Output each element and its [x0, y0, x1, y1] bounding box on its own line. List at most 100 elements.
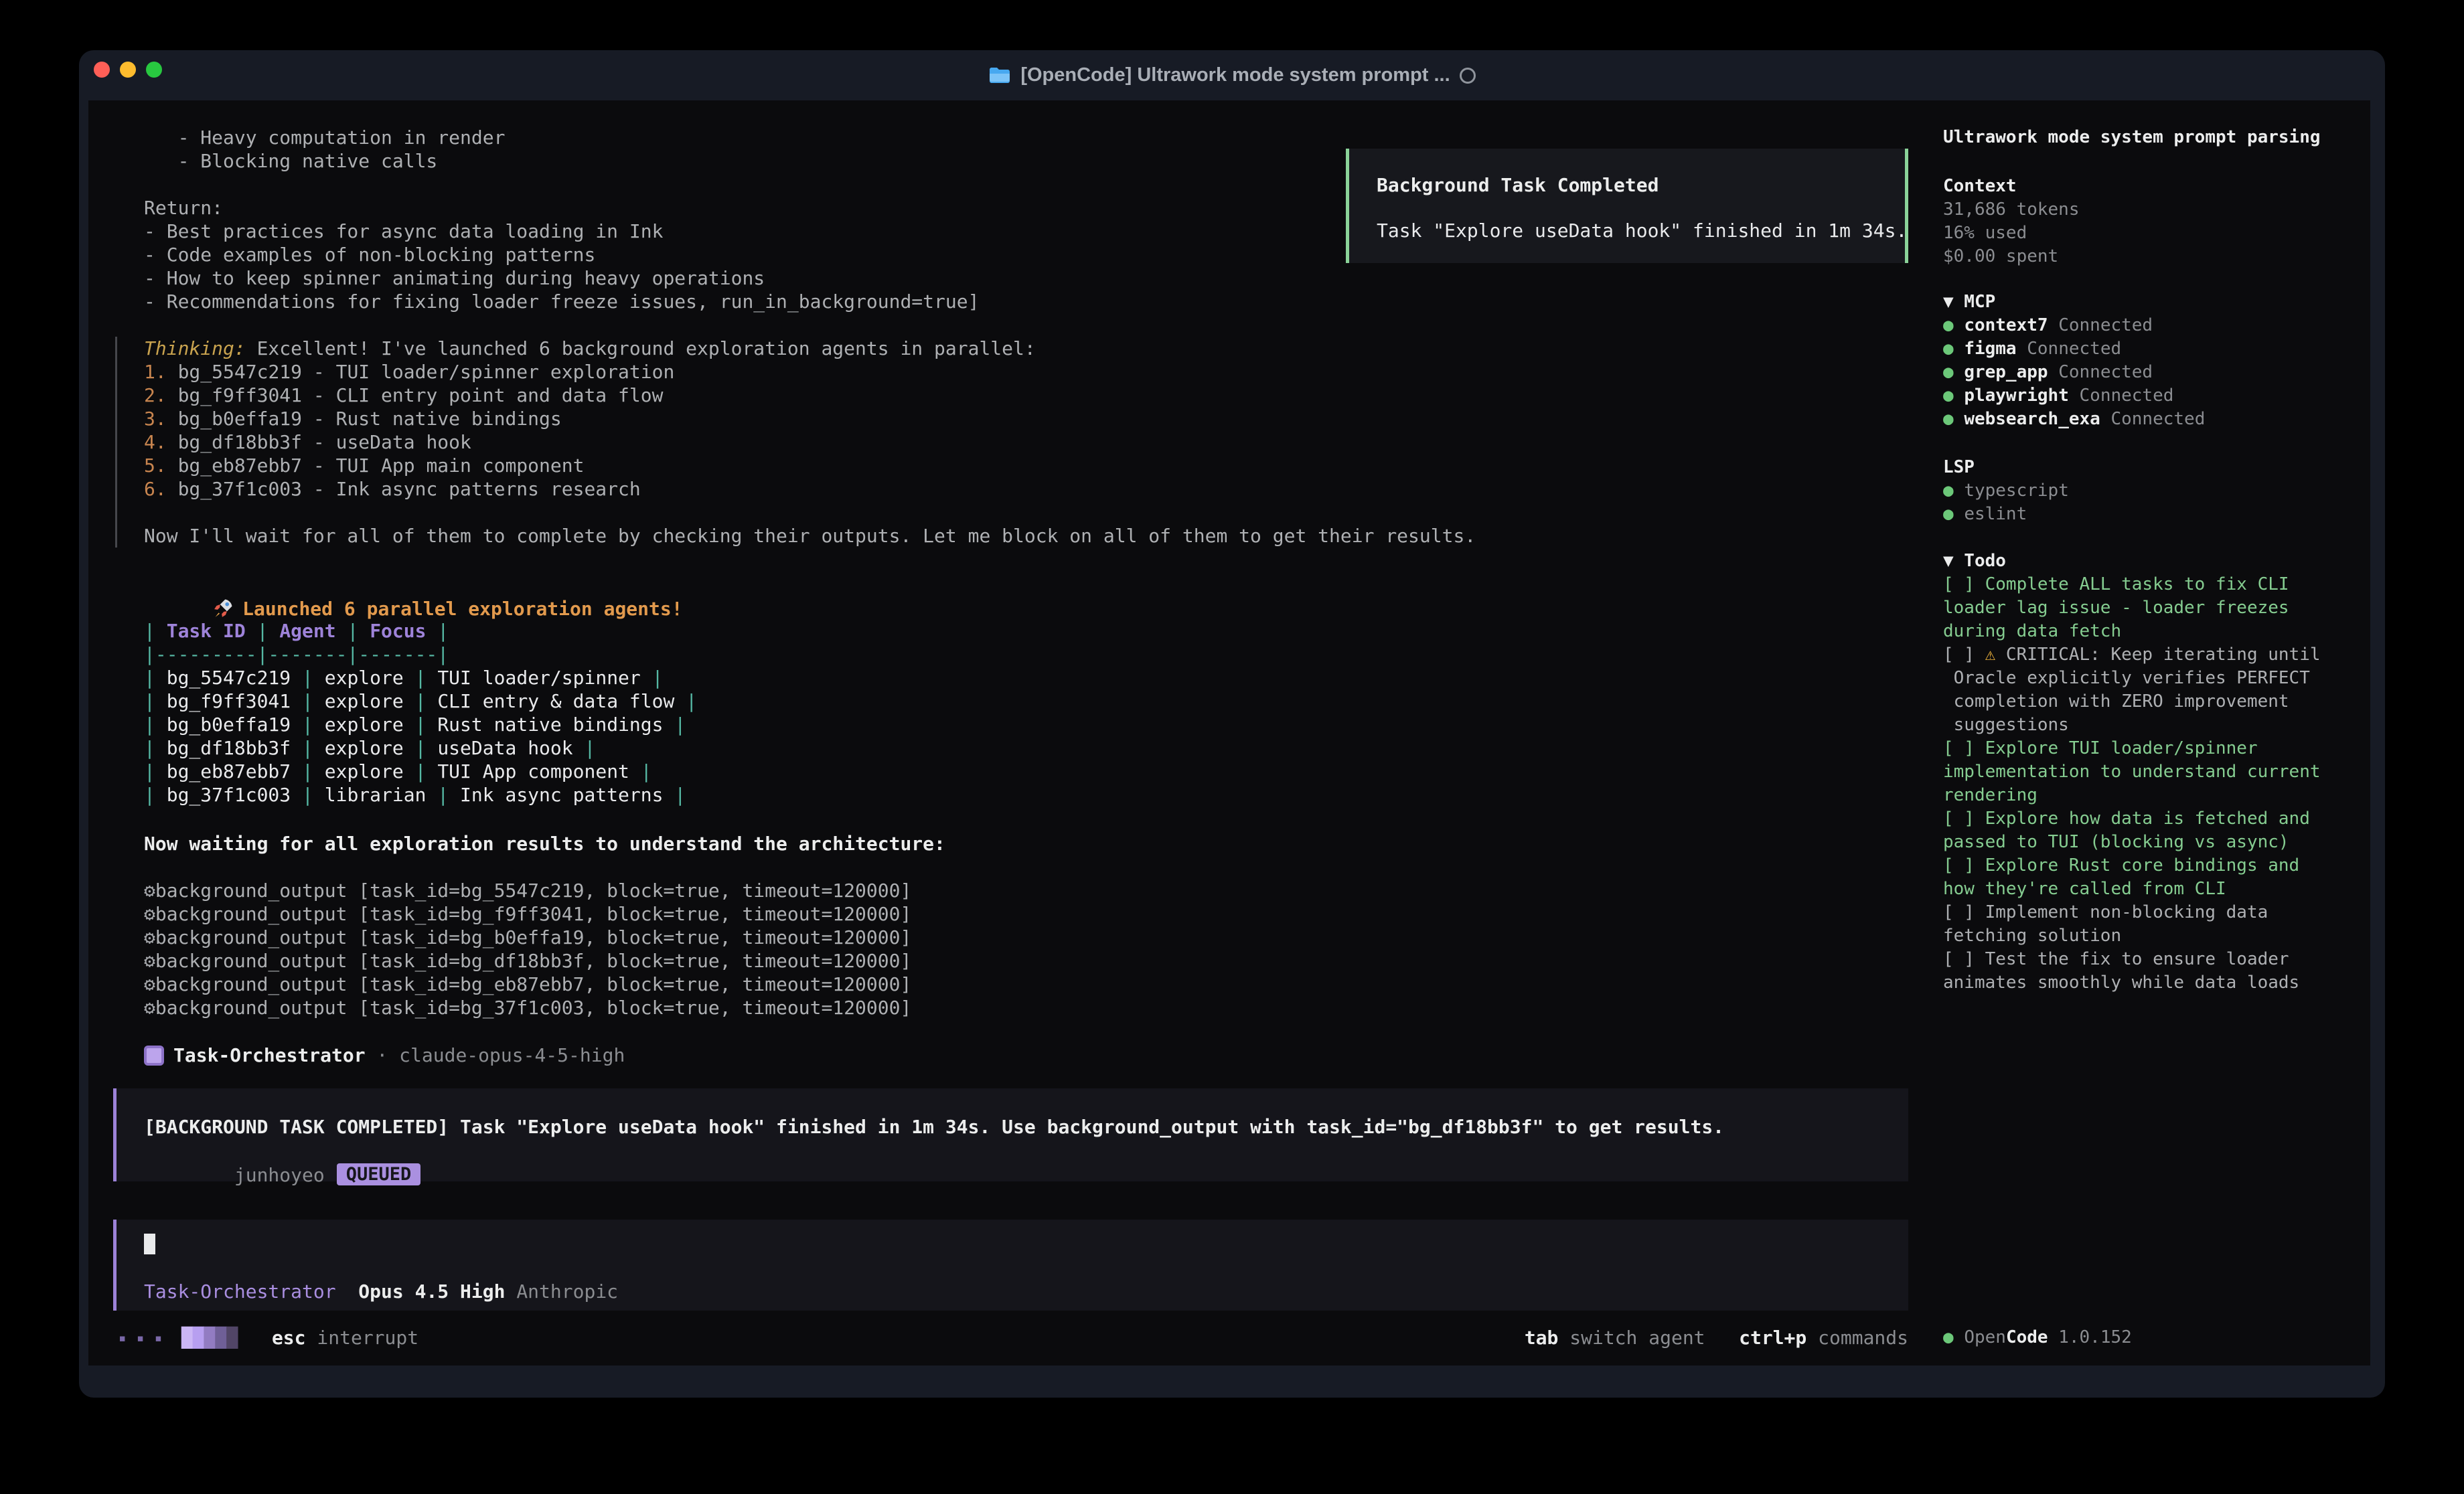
- terminal-line: ● grep_app Connected: [1943, 361, 2205, 384]
- tool-result-block: - Heavy computation in render - Blocking…: [144, 126, 979, 313]
- proxy-circle-icon: [1460, 68, 1476, 84]
- terminal-line: ● websearch_exa Connected: [1943, 408, 2205, 431]
- terminal-line: ● playwright Connected: [1943, 384, 2205, 408]
- lsp-section: LSP● typescript● eslint: [1943, 456, 2069, 526]
- terminal-line: fetching solution: [1943, 924, 2321, 948]
- terminal-line: - Heavy computation in render: [144, 126, 979, 149]
- prompt-input[interactable]: Task-Orchestrator Opus 4.5 High Anthropi…: [113, 1220, 1908, 1311]
- notification-body: Task "Explore useData hook" finished in …: [1377, 219, 1907, 242]
- terminal-line: [ ] Explore Rust core bindings and: [1943, 854, 2321, 878]
- terminal-line: rendering: [1943, 784, 2321, 807]
- terminal-line: [144, 173, 979, 196]
- todo-section[interactable]: ▼ Todo[ ] Complete ALL tasks to fix CLIl…: [1943, 550, 2321, 995]
- terminal-line: - Best practices for async data loading …: [144, 220, 979, 243]
- terminal-line: Thinking: Excellent! I've launched 6 bac…: [144, 337, 1476, 360]
- terminal-line: | bg_eb87ebb7 | explore | TUI App compon…: [144, 760, 697, 783]
- thinking-block: Thinking: Excellent! I've launched 6 bac…: [115, 337, 1476, 548]
- terminal-line: ⚙background_output [task_id=bg_df18bb3f,…: [144, 949, 911, 973]
- author-label: junhoyeo: [234, 1164, 325, 1186]
- minimize-button[interactable]: [120, 62, 136, 78]
- completed-task-text: [BACKGROUND TASK COMPLETED] Task "Explor…: [144, 1115, 1724, 1139]
- sidebar-title: Ultrawork mode system prompt parsing: [1943, 126, 2321, 149]
- rocket-text: Launched 6 parallel exploration agents!: [242, 598, 682, 620]
- version-line: ● OpenCode 1.0.152: [1943, 1326, 2132, 1349]
- rocket-line: Launched 6 parallel exploration agents!: [144, 573, 683, 596]
- terminal-line: 3. bg_b0effa19 - Rust native bindings: [144, 407, 1476, 430]
- terminal-line: Context: [1943, 175, 2080, 198]
- terminal-line: - Recommendations for fixing loader free…: [144, 290, 979, 313]
- status-badge: QUEUED: [337, 1163, 421, 1185]
- terminal-line: [ ] Test the fix to ensure loader: [1943, 948, 2321, 971]
- terminal-line: ⚙background_output [task_id=bg_37f1c003,…: [144, 996, 911, 1019]
- terminal-line: implementation to understand current: [1943, 760, 2321, 784]
- terminal-line: LSP: [1943, 456, 2069, 479]
- terminal-line: Now waiting for all exploration results …: [144, 832, 945, 855]
- completed-task-meta: junhoyeoQUEUED: [144, 1140, 420, 1163]
- terminal-line: passed to TUI (blocking vs async): [1943, 831, 2321, 854]
- terminal-line: Oracle explicitly verifies PERFECT: [1943, 667, 2321, 690]
- terminal-line: tab switch agent ctrl+p commands: [1525, 1326, 1908, 1349]
- statusbar-right: tab switch agent ctrl+p commands: [1525, 1326, 1908, 1349]
- terminal-line: ● context7 Connected: [1943, 314, 2205, 337]
- waiting-line: Now waiting for all exploration results …: [144, 832, 945, 855]
- terminal-line: 4. bg_df18bb3f - useData hook: [144, 430, 1476, 454]
- statusbar-left: ▪ ▪ ▪ █████ esc interrupt: [119, 1326, 418, 1349]
- terminal-line: Now I'll wait for all of them to complet…: [144, 524, 1476, 548]
- terminal-line: ● typescript: [1943, 479, 2069, 503]
- terminal-line: Ultrawork mode system prompt parsing: [1943, 126, 2321, 149]
- terminal-line: $0.00 spent: [1943, 245, 2080, 268]
- terminal-line: ● eslint: [1943, 503, 2069, 526]
- terminal-line: - Blocking native calls: [144, 149, 979, 173]
- terminal-line: during data fetch: [1943, 620, 2321, 643]
- window-title-area: [OpenCode] Ultrawork mode system prompt …: [79, 50, 2385, 100]
- terminal-line: ▼ Todo: [1943, 550, 2321, 573]
- agents-table: | Task ID | Agent | Focus ||---------|--…: [144, 619, 697, 807]
- notification-title: Background Task Completed: [1377, 173, 1659, 197]
- terminal-line: 1. bg_5547c219 - TUI loader/spinner expl…: [144, 360, 1476, 384]
- terminal-line: | bg_37f1c003 | librarian | Ink async pa…: [144, 783, 697, 807]
- terminal-line: Return:: [144, 196, 979, 220]
- terminal-line: suggestions: [1943, 714, 2321, 737]
- terminal-line: [ ] Explore how data is fetched and: [1943, 807, 2321, 831]
- terminal-line: | bg_b0effa19 | explore | Rust native bi…: [144, 713, 697, 736]
- terminal-line: completion with ZERO improvement: [1943, 690, 2321, 714]
- maximize-button[interactable]: [146, 62, 162, 78]
- terminal-line: | bg_5547c219 | explore | TUI loader/spi…: [144, 666, 697, 689]
- agent-signature-text: Task-Orchestrator · claude-opus-4-5-high: [173, 1044, 625, 1067]
- window-controls: [94, 62, 162, 78]
- mcp-section[interactable]: ▼ MCP● context7 Connected● figma Connect…: [1943, 290, 2205, 431]
- terminal-line: [144, 501, 1476, 524]
- titlebar: [OpenCode] Ultrawork mode system prompt …: [79, 50, 2385, 100]
- terminal-line: [ ] ⚠ CRITICAL: Keep iterating until: [1943, 643, 2321, 667]
- terminal-line: loader lag issue - loader freezes: [1943, 596, 2321, 620]
- folder-icon: [988, 66, 1011, 85]
- terminal-line: ⚙background_output [task_id=bg_b0effa19,…: [144, 926, 911, 949]
- terminal-line: animates smoothly while data loads: [1943, 971, 2321, 995]
- terminal-line: how they're called from CLI: [1943, 878, 2321, 901]
- terminal-line: ● figma Connected: [1943, 337, 2205, 361]
- agent-icon: [144, 1046, 164, 1066]
- terminal-line: ⚙background_output [task_id=bg_5547c219,…: [144, 879, 911, 902]
- input-footer: Task-Orchestrator Opus 4.5 High Anthropi…: [144, 1280, 618, 1303]
- terminal-line: ⚙background_output [task_id=bg_f9ff3041,…: [144, 902, 911, 926]
- terminal-line: ▪ ▪ ▪ █████ esc interrupt: [119, 1326, 418, 1349]
- terminal-line: | bg_df18bb3f | explore | useData hook |: [144, 736, 697, 760]
- close-button[interactable]: [94, 62, 110, 78]
- terminal: - Heavy computation in render - Blocking…: [88, 100, 2370, 1365]
- terminal-line: [ ] Implement non-blocking data: [1943, 901, 2321, 924]
- terminal-line: [ ] Explore TUI loader/spinner: [1943, 737, 2321, 760]
- terminal-line: - Code examples of non-blocking patterns: [144, 243, 979, 266]
- terminal-line: Task-Orchestrator · claude-opus-4-5-high: [173, 1044, 625, 1067]
- app-window: [OpenCode] Ultrawork mode system prompt …: [79, 50, 2385, 1398]
- terminal-line: 31,686 tokens: [1943, 198, 2080, 222]
- terminal-line: 2. bg_f9ff3041 - CLI entry point and dat…: [144, 384, 1476, 407]
- terminal-line: | bg_f9ff3041 | explore | CLI entry & da…: [144, 689, 697, 713]
- completed-task-card: [BACKGROUND TASK COMPLETED] Task "Explor…: [113, 1088, 1908, 1181]
- window-title: [OpenCode] Ultrawork mode system prompt …: [1020, 64, 1450, 86]
- terminal-line: ▼ MCP: [1943, 290, 2205, 314]
- terminal-line: Task-Orchestrator Opus 4.5 High Anthropi…: [144, 1280, 618, 1303]
- sidebar: Ultrawork mode system prompt parsing Con…: [1943, 100, 2345, 1365]
- terminal-line: 5. bg_eb87ebb7 - TUI App main component: [144, 454, 1476, 477]
- tool-call-lines: ⚙background_output [task_id=bg_5547c219,…: [144, 879, 911, 1019]
- terminal-line: ⚙background_output [task_id=bg_eb87ebb7,…: [144, 973, 911, 996]
